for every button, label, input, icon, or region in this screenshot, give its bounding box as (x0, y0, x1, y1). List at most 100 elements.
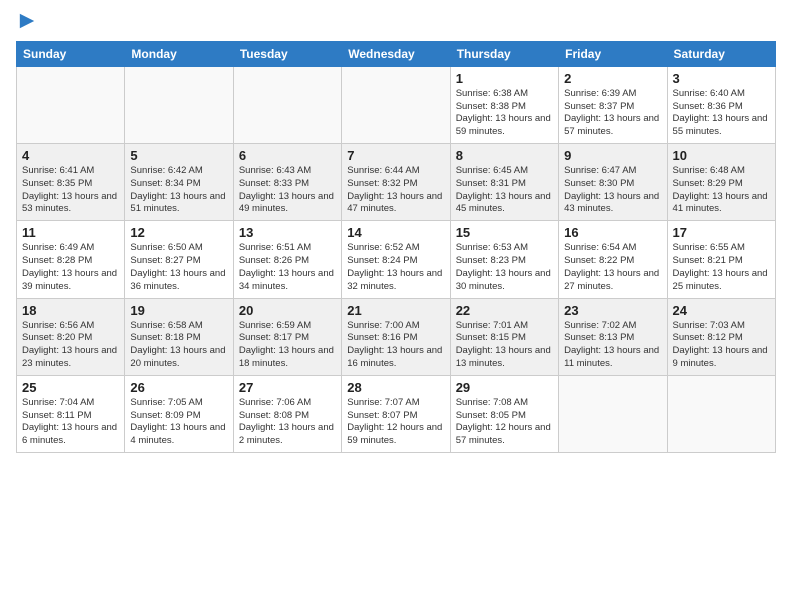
header-cell-wednesday: Wednesday (342, 41, 450, 66)
day-number: 9 (564, 148, 661, 163)
day-info: Sunrise: 7:07 AMSunset: 8:07 PMDaylight:… (347, 397, 444, 448)
day-info: Sunrise: 6:48 AMSunset: 8:29 PMDaylight:… (673, 165, 770, 216)
day-cell: 19Sunrise: 6:58 AMSunset: 8:18 PMDayligh… (125, 298, 233, 375)
header-cell-friday: Friday (559, 41, 667, 66)
day-number: 25 (22, 380, 119, 395)
day-info: Sunrise: 6:40 AMSunset: 8:36 PMDaylight:… (673, 88, 770, 139)
calendar-body: 1 Sunrise: 6:38 AMSunset: 8:38 PMDaylight… (17, 66, 776, 452)
day-cell: 26 Sunrise: 7:05 AMSunset: 8:09 PMDayligh… (125, 375, 233, 452)
day-cell: 21 Sunrise: 7:00 AMSunset: 8:16 PMDayligh… (342, 298, 450, 375)
day-number: 27 (239, 380, 336, 395)
week-row-3: 11Sunrise: 6:49 AMSunset: 8:28 PMDayligh… (17, 221, 776, 298)
day-cell: 14 Sunrise: 6:52 AMSunset: 8:24 PMDayligh… (342, 221, 450, 298)
day-number: 12 (130, 225, 227, 240)
day-number: 8 (456, 148, 553, 163)
day-info: Sunrise: 7:05 AMSunset: 8:09 PMDaylight:… (130, 397, 227, 448)
day-cell (342, 66, 450, 143)
day-cell: 24 Sunrise: 7:03 AMSunset: 8:12 PMDayligh… (667, 298, 775, 375)
week-row-1: 1 Sunrise: 6:38 AMSunset: 8:38 PMDaylight… (17, 66, 776, 143)
day-number: 7 (347, 148, 444, 163)
day-info: Sunrise: 6:52 AMSunset: 8:24 PMDaylight:… (347, 242, 444, 293)
day-cell (17, 66, 125, 143)
day-number: 21 (347, 303, 444, 318)
day-number: 4 (22, 148, 119, 163)
day-info: Sunrise: 7:08 AMSunset: 8:05 PMDaylight:… (456, 397, 553, 448)
day-info: Sunrise: 6:47 AMSunset: 8:30 PMDaylight:… (564, 165, 661, 216)
day-info: Sunrise: 6:42 AMSunset: 8:34 PMDaylight:… (130, 165, 227, 216)
day-info: Sunrise: 6:55 AMSunset: 8:21 PMDaylight:… (673, 242, 770, 293)
day-cell: 3 Sunrise: 6:40 AMSunset: 8:36 PMDaylight… (667, 66, 775, 143)
day-info: Sunrise: 6:54 AMSunset: 8:22 PMDaylight:… (564, 242, 661, 293)
day-cell: 28 Sunrise: 7:07 AMSunset: 8:07 PMDayligh… (342, 375, 450, 452)
day-cell: 7 Sunrise: 6:44 AMSunset: 8:32 PMDaylight… (342, 144, 450, 221)
day-number: 17 (673, 225, 770, 240)
day-info: Sunrise: 7:00 AMSunset: 8:16 PMDaylight:… (347, 320, 444, 371)
day-cell: 15 Sunrise: 6:53 AMSunset: 8:23 PMDayligh… (450, 221, 558, 298)
day-cell: 22 Sunrise: 7:01 AMSunset: 8:15 PMDayligh… (450, 298, 558, 375)
week-row-2: 4Sunrise: 6:41 AMSunset: 8:35 PMDaylight… (17, 144, 776, 221)
day-cell: 12 Sunrise: 6:50 AMSunset: 8:27 PMDayligh… (125, 221, 233, 298)
day-number: 22 (456, 303, 553, 318)
day-number: 6 (239, 148, 336, 163)
logo-icon (18, 12, 36, 30)
day-number: 3 (673, 71, 770, 86)
week-row-5: 25 Sunrise: 7:04 AMSunset: 8:11 PMDayligh… (17, 375, 776, 452)
day-cell (559, 375, 667, 452)
day-number: 24 (673, 303, 770, 318)
day-number: 15 (456, 225, 553, 240)
header-cell-thursday: Thursday (450, 41, 558, 66)
day-number: 16 (564, 225, 661, 240)
day-info: Sunrise: 6:56 AMSunset: 8:20 PMDaylight:… (22, 320, 119, 371)
day-cell: 16 Sunrise: 6:54 AMSunset: 8:22 PMDayligh… (559, 221, 667, 298)
day-number: 20 (239, 303, 336, 318)
day-number: 13 (239, 225, 336, 240)
calendar-header-row: SundayMondayTuesdayWednesdayThursdayFrid… (17, 41, 776, 66)
day-cell: 8 Sunrise: 6:45 AMSunset: 8:31 PMDaylight… (450, 144, 558, 221)
header-cell-sunday: Sunday (17, 41, 125, 66)
day-cell: 4Sunrise: 6:41 AMSunset: 8:35 PMDaylight… (17, 144, 125, 221)
day-number: 2 (564, 71, 661, 86)
day-info: Sunrise: 6:50 AMSunset: 8:27 PMDaylight:… (130, 242, 227, 293)
day-info: Sunrise: 6:59 AMSunset: 8:17 PMDaylight:… (239, 320, 336, 371)
day-info: Sunrise: 6:43 AMSunset: 8:33 PMDaylight:… (239, 165, 336, 216)
day-number: 26 (130, 380, 227, 395)
day-cell (125, 66, 233, 143)
day-cell: 17 Sunrise: 6:55 AMSunset: 8:21 PMDayligh… (667, 221, 775, 298)
day-info: Sunrise: 6:51 AMSunset: 8:26 PMDaylight:… (239, 242, 336, 293)
day-number: 5 (130, 148, 227, 163)
day-number: 14 (347, 225, 444, 240)
day-cell: 9 Sunrise: 6:47 AMSunset: 8:30 PMDaylight… (559, 144, 667, 221)
day-info: Sunrise: 6:45 AMSunset: 8:31 PMDaylight:… (456, 165, 553, 216)
day-cell: 11Sunrise: 6:49 AMSunset: 8:28 PMDayligh… (17, 221, 125, 298)
day-info: Sunrise: 7:02 AMSunset: 8:13 PMDaylight:… (564, 320, 661, 371)
day-info: Sunrise: 6:44 AMSunset: 8:32 PMDaylight:… (347, 165, 444, 216)
day-cell: 13 Sunrise: 6:51 AMSunset: 8:26 PMDayligh… (233, 221, 341, 298)
day-info: Sunrise: 7:04 AMSunset: 8:11 PMDaylight:… (22, 397, 119, 448)
day-number: 23 (564, 303, 661, 318)
day-number: 28 (347, 380, 444, 395)
day-cell: 25 Sunrise: 7:04 AMSunset: 8:11 PMDayligh… (17, 375, 125, 452)
day-cell: 6 Sunrise: 6:43 AMSunset: 8:33 PMDaylight… (233, 144, 341, 221)
header-cell-tuesday: Tuesday (233, 41, 341, 66)
day-cell: 1 Sunrise: 6:38 AMSunset: 8:38 PMDaylight… (450, 66, 558, 143)
week-row-4: 18Sunrise: 6:56 AMSunset: 8:20 PMDayligh… (17, 298, 776, 375)
header-cell-saturday: Saturday (667, 41, 775, 66)
day-info: Sunrise: 6:53 AMSunset: 8:23 PMDaylight:… (456, 242, 553, 293)
day-cell: 2 Sunrise: 6:39 AMSunset: 8:37 PMDaylight… (559, 66, 667, 143)
day-cell (667, 375, 775, 452)
logo (16, 14, 36, 35)
header-cell-monday: Monday (125, 41, 233, 66)
day-info: Sunrise: 6:39 AMSunset: 8:37 PMDaylight:… (564, 88, 661, 139)
calendar-table: SundayMondayTuesdayWednesdayThursdayFrid… (16, 41, 776, 453)
day-cell: 23 Sunrise: 7:02 AMSunset: 8:13 PMDayligh… (559, 298, 667, 375)
day-info: Sunrise: 7:03 AMSunset: 8:12 PMDaylight:… (673, 320, 770, 371)
day-cell: 10 Sunrise: 6:48 AMSunset: 8:29 PMDayligh… (667, 144, 775, 221)
day-number: 29 (456, 380, 553, 395)
day-cell: 27Sunrise: 7:06 AMSunset: 8:08 PMDayligh… (233, 375, 341, 452)
day-number: 10 (673, 148, 770, 163)
day-number: 1 (456, 71, 553, 86)
day-info: Sunrise: 6:38 AMSunset: 8:38 PMDaylight:… (456, 88, 553, 139)
day-number: 19 (130, 303, 227, 318)
day-info: Sunrise: 7:01 AMSunset: 8:15 PMDaylight:… (456, 320, 553, 371)
day-info: Sunrise: 6:49 AMSunset: 8:28 PMDaylight:… (22, 242, 119, 293)
